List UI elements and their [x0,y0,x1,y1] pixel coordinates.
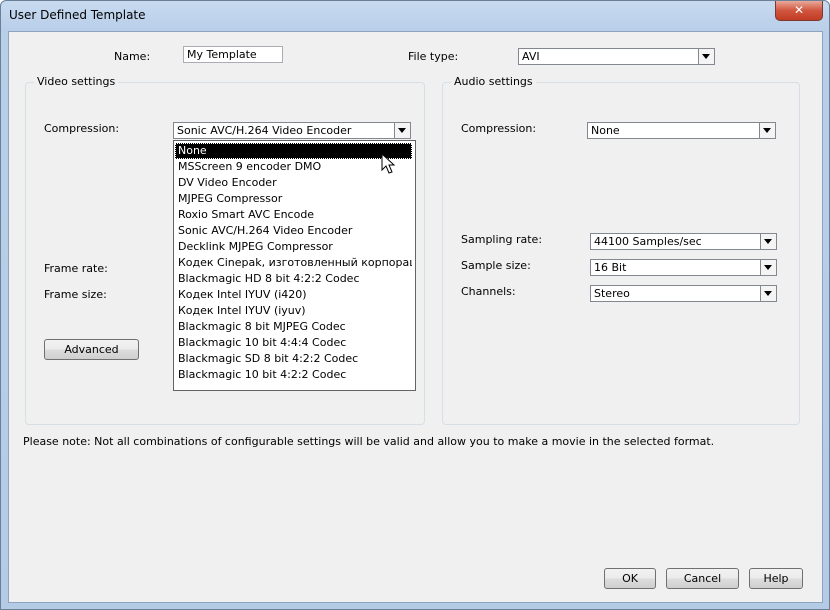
advanced-button[interactable]: Advanced [44,339,139,360]
sample-size-select[interactable]: 16 Bit [590,259,777,276]
dropdown-item[interactable]: Roxio Smart AVC Encode [175,207,412,223]
help-button[interactable]: Help [749,568,803,589]
chevron-down-icon[interactable] [760,234,776,249]
dropdown-item[interactable]: Blackmagic 10 bit 4:2:2 Codec [175,367,412,383]
audio-compression-value: None [591,124,620,137]
chevron-down-icon[interactable] [698,49,714,64]
settings-note: Please note: Not all combinations of con… [23,435,715,448]
window-title: User Defined Template [9,8,146,22]
sample-size-value: 16 Bit [594,261,627,274]
title-bar[interactable]: User Defined Template ✕ [1,1,829,31]
sampling-rate-select[interactable]: 44100 Samples/sec [590,233,777,250]
ok-button[interactable]: OK [604,568,656,589]
chevron-down-icon[interactable] [394,123,410,138]
frame-rate-label: Frame rate: [44,262,108,275]
video-compression-select[interactable]: Sonic AVC/H.264 Video Encoder [173,122,411,139]
audio-compression-select[interactable]: None [587,122,776,139]
dialog-window: User Defined Template ✕ Name: My Templat… [0,0,830,610]
sample-size-label: Sample size: [461,259,531,272]
video-compression-value: Sonic AVC/H.264 Video Encoder [177,124,352,137]
frame-size-label: Frame size: [44,288,107,301]
dropdown-item[interactable]: Blackmagic 8 bit MJPEG Codec [175,319,412,335]
channels-select[interactable]: Stereo [590,285,777,302]
dropdown-item[interactable]: None [175,143,412,159]
name-input[interactable]: My Template [183,46,283,63]
chevron-down-icon[interactable] [760,286,776,301]
dropdown-item[interactable]: MJPEG Compressor [175,191,412,207]
file-type-label: File type: [408,50,459,63]
dropdown-item[interactable]: Кодек Intel IYUV (i420) [175,287,412,303]
cancel-button[interactable]: Cancel [666,568,739,589]
audio-compression-label: Compression: [461,122,537,135]
file-type-value: AVI [522,50,540,63]
sampling-rate-label: Sampling rate: [461,233,543,246]
video-compression-label: Compression: [44,122,120,135]
name-label: Name: [114,50,151,63]
dialog-client-area: Name: My Template File type: AVI Video s… [8,31,823,603]
dropdown-item[interactable]: MSScreen 9 encoder DMO [175,159,412,175]
dropdown-item[interactable]: Blackmagic 10 bit 4:4:4 Codec [175,335,412,351]
dropdown-item[interactable]: Blackmagic SD 8 bit 4:2:2 Codec [175,351,412,367]
file-type-select[interactable]: AVI [518,48,715,65]
dropdown-item[interactable]: Кодек Cinepak, изготовленный корпорацией… [175,255,412,271]
sampling-rate-value: 44100 Samples/sec [594,235,702,248]
dropdown-item[interactable]: Sonic AVC/H.264 Video Encoder [175,223,412,239]
audio-settings-title: Audio settings [451,75,536,88]
close-button[interactable]: ✕ [775,1,823,21]
mouse-cursor-icon [381,153,396,174]
dropdown-item[interactable]: Blackmagic HD 8 bit 4:2:2 Codec [175,271,412,287]
chevron-down-icon[interactable] [760,260,776,275]
dropdown-item[interactable]: Кодек Intel IYUV (iyuv) [175,303,412,319]
chevron-down-icon[interactable] [759,123,775,138]
channels-label: Channels: [461,285,516,298]
video-settings-title: Video settings [34,75,119,88]
channels-value: Stereo [594,287,630,300]
dropdown-item[interactable]: DV Video Encoder [175,175,412,191]
dropdown-item[interactable]: Decklink MJPEG Compressor [175,239,412,255]
video-compression-dropdown-list[interactable]: None MSScreen 9 encoder DMO DV Video Encod… [173,140,416,391]
